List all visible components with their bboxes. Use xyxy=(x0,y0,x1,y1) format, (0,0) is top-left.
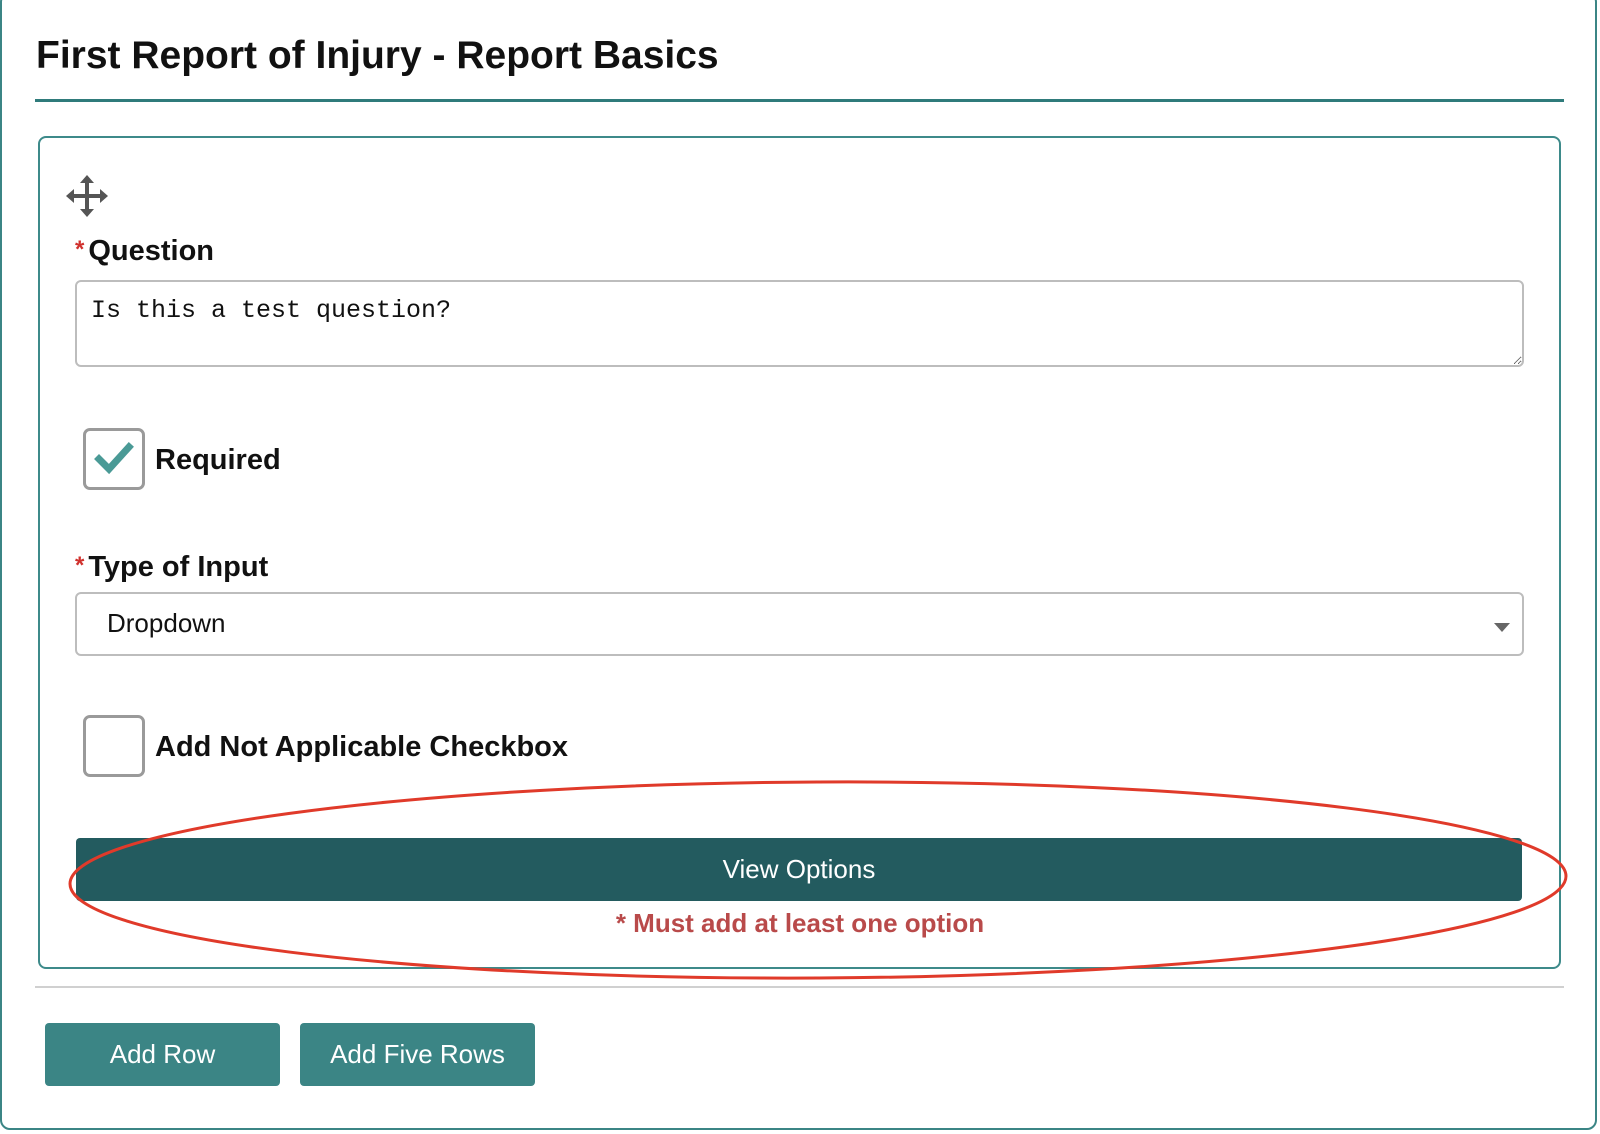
required-checkbox-label[interactable]: Required xyxy=(155,442,281,478)
caret-down-icon xyxy=(1494,620,1510,638)
input-type-label-text: Type of Input xyxy=(88,551,269,583)
move-arrows-icon[interactable] xyxy=(66,175,108,217)
question-label-text: Question xyxy=(88,235,215,267)
question-label: * Question xyxy=(75,232,214,269)
input-type-selected-value: Dropdown xyxy=(107,608,226,638)
add-five-rows-button[interactable]: Add Five Rows xyxy=(300,1023,535,1086)
not-applicable-checkbox-label[interactable]: Add Not Applicable Checkbox xyxy=(155,729,568,765)
section-divider xyxy=(35,986,1564,988)
required-checkbox[interactable] xyxy=(83,428,145,490)
view-options-button[interactable]: View Options xyxy=(76,838,1522,901)
add-row-button[interactable]: Add Row xyxy=(45,1023,280,1086)
not-applicable-checkbox[interactable] xyxy=(83,715,145,777)
input-type-label: * Type of Input xyxy=(75,548,268,585)
question-textarea[interactable] xyxy=(75,280,1524,367)
checkmark-icon xyxy=(94,442,134,475)
input-type-select[interactable]: Dropdown xyxy=(75,592,1524,656)
title-divider xyxy=(35,99,1564,102)
page-title: First Report of Injury - Report Basics xyxy=(36,34,719,77)
options-error-message: * Must add at least one option xyxy=(615,908,985,938)
required-marker: * xyxy=(75,552,85,579)
required-marker: * xyxy=(75,236,85,263)
